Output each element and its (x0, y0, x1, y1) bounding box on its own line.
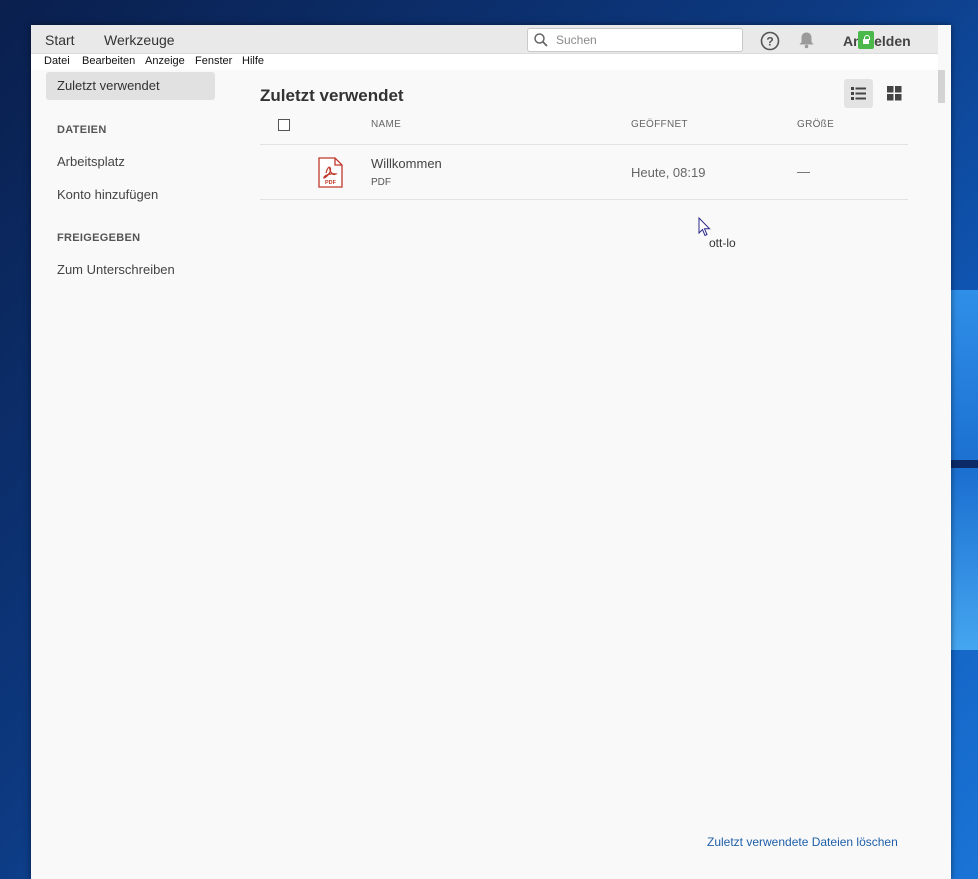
tooltip: ott-lo (709, 236, 736, 250)
table-row[interactable]: PDF Willkommen PDF Heute, 08:19 — (260, 145, 908, 200)
file-opened-time: Heute, 08:19 (631, 165, 706, 180)
sidebar-item-to-sign[interactable]: Zum Unterschreiben (46, 256, 215, 284)
search-icon (534, 33, 548, 47)
sidebar-item-my-computer[interactable]: Arbeitsplatz (46, 148, 215, 176)
sidebar-heading-files: DATEIEN (57, 124, 107, 136)
nav-start[interactable]: Start (45, 32, 75, 48)
grid-view-icon (887, 86, 902, 101)
file-type: PDF (371, 177, 391, 188)
svg-text:PDF: PDF (325, 180, 337, 186)
list-view-button[interactable] (844, 79, 873, 108)
signin-button[interactable]: Anmelden (843, 33, 911, 49)
select-all-checkbox[interactable] (278, 119, 290, 131)
pdf-file-icon: PDF (318, 157, 343, 188)
menu-view[interactable]: Anzeige (145, 55, 185, 67)
svg-text:?: ? (766, 35, 773, 49)
top-toolbar: Start Werkzeuge ? Anmelden (31, 25, 938, 54)
lock-icon (858, 31, 874, 49)
menu-help[interactable]: Hilfe (242, 55, 264, 67)
page-title: Zuletzt verwendet (260, 86, 404, 105)
menu-window[interactable]: Fenster (195, 55, 232, 67)
column-header-name[interactable]: NAME (371, 119, 401, 130)
file-name: Willkommen (371, 156, 442, 171)
menu-edit[interactable]: Bearbeiten (82, 55, 135, 67)
scrollbar[interactable] (938, 70, 945, 103)
file-size: — (797, 164, 810, 179)
column-header-size[interactable]: GRÖßE (797, 119, 834, 130)
sidebar-heading-shared: FREIGEGEBEN (57, 232, 141, 244)
column-header-opened[interactable]: GEÖFFNET (631, 119, 688, 130)
search-input[interactable] (554, 31, 738, 49)
grid-view-button[interactable] (880, 79, 909, 108)
list-view-icon (851, 87, 866, 100)
sidebar-item-recent[interactable]: Zuletzt verwendet (46, 72, 215, 100)
clear-recent-files-link[interactable]: Zuletzt verwendete Dateien löschen (707, 835, 898, 849)
menu-file[interactable]: Datei (44, 55, 70, 67)
sidebar-item-add-account[interactable]: Konto hinzufügen (46, 181, 215, 209)
help-icon[interactable]: ? (760, 31, 780, 51)
search-box[interactable] (527, 28, 743, 52)
row-divider (260, 199, 908, 200)
app-window: Start Werkzeuge ? Anmelden Datei Bearbei… (31, 25, 951, 879)
mouse-cursor (698, 217, 711, 237)
nav-tools[interactable]: Werkzeuge (104, 32, 175, 48)
bell-icon[interactable] (798, 31, 815, 49)
menu-bar: Datei Bearbeiten Anzeige Fenster Hilfe (31, 54, 938, 70)
